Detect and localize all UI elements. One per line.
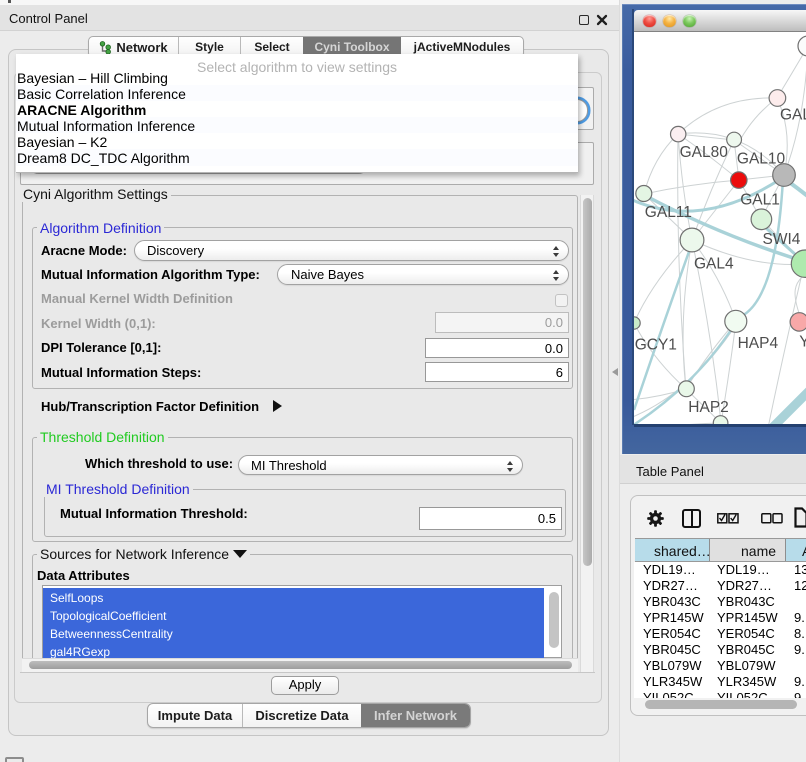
svg-text:HAP2: HAP2 — [688, 399, 729, 416]
svg-text:GAL10: GAL10 — [737, 151, 786, 168]
svg-text:SWI4: SWI4 — [763, 231, 801, 248]
svg-text:GAL11: GAL11 — [645, 204, 692, 221]
svg-text:Y: Y — [799, 334, 806, 351]
svg-text:GCY1: GCY1 — [635, 337, 677, 354]
svg-text:GAL80: GAL80 — [680, 144, 729, 161]
svg-text:GAL2: GAL2 — [780, 107, 806, 124]
svg-text:GAL4: GAL4 — [694, 255, 734, 272]
svg-text:HAP4: HAP4 — [738, 335, 779, 352]
svg-text:GAL1: GAL1 — [740, 192, 780, 209]
